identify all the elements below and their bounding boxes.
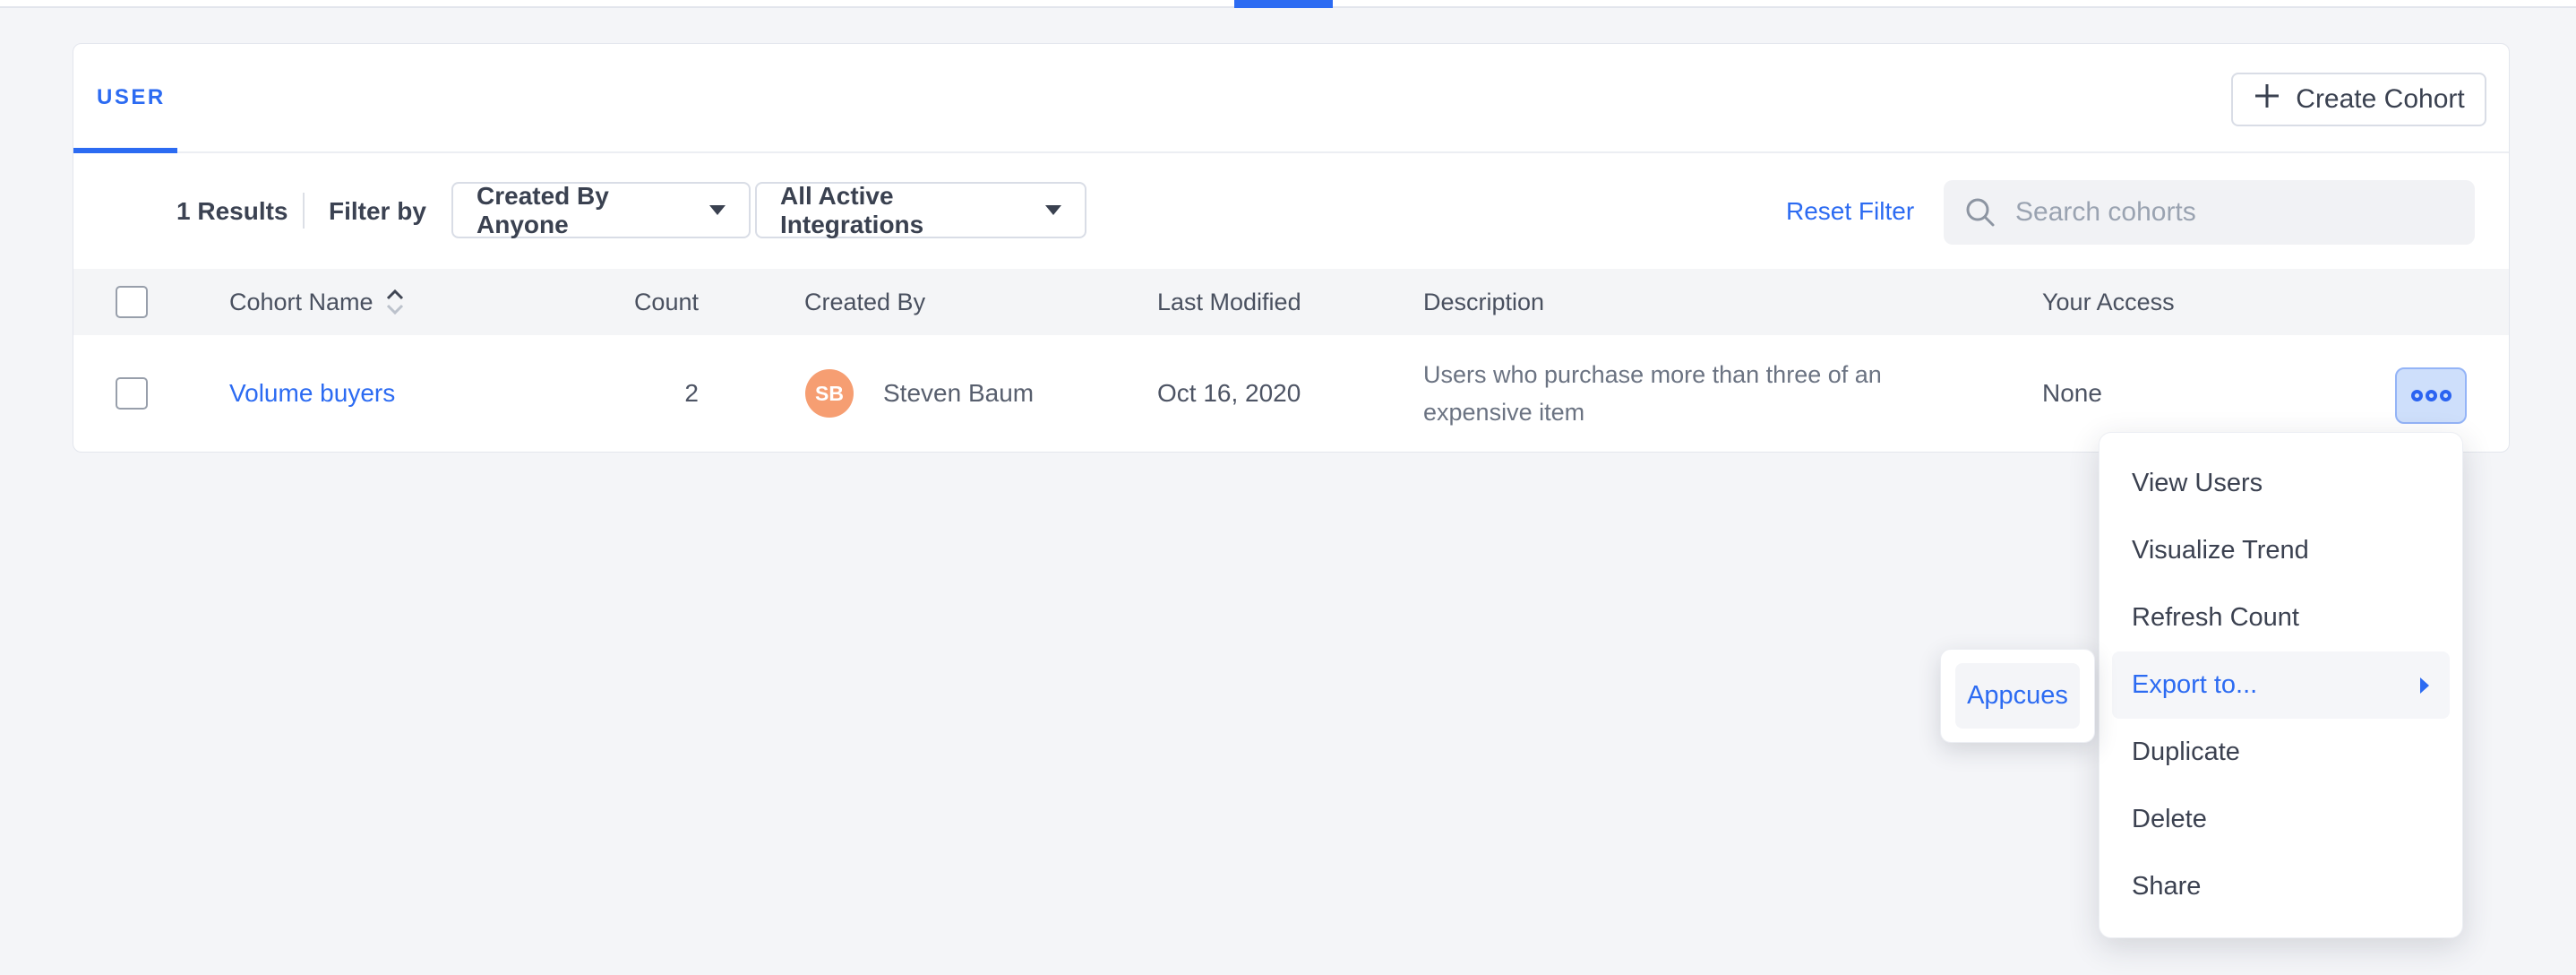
results-count: 1 Results [176, 153, 288, 269]
row-checkbox[interactable] [116, 377, 148, 410]
cohort-name-link[interactable]: Volume buyers [229, 379, 395, 408]
table-header-row: Cohort Name Count Created By Last Modifi… [73, 269, 2509, 335]
created-by-dropdown-label: Created By Anyone [477, 182, 691, 239]
row-actions-button[interactable] [2395, 367, 2467, 424]
header-created-by: Created By [804, 269, 925, 335]
header-count: Count [627, 269, 699, 335]
menu-item-delete[interactable]: Delete [2099, 786, 2462, 853]
menu-item-export-to[interactable]: Export to... [2112, 651, 2450, 719]
last-modified-value: Oct 16, 2020 [1157, 335, 1301, 452]
filter-divider [303, 193, 305, 229]
cohorts-card: USER Create Cohort 1 Results Filter by C… [73, 43, 2510, 453]
menu-item-view-users[interactable]: View Users [2099, 450, 2462, 517]
search-icon [1963, 195, 1997, 229]
menu-item-export-label: Export to... [2132, 670, 2257, 700]
chevron-down-icon [1045, 205, 1061, 215]
tab-user[interactable]: USER [97, 44, 166, 151]
description-text: Users who purchase more than three of an… [1423, 356, 1961, 431]
header-cohort-name-label: Cohort Name [229, 289, 374, 316]
active-tab-indicator [1234, 0, 1333, 8]
top-nav-strip [0, 0, 2576, 8]
export-submenu: Appcues [1940, 649, 2095, 743]
submenu-arrow-icon [2419, 677, 2430, 695]
avatar: SB [805, 369, 854, 418]
submenu-item-appcues[interactable]: Appcues [1955, 663, 2080, 729]
search-input[interactable] [2015, 197, 2455, 228]
menu-item-refresh-count[interactable]: Refresh Count [2099, 584, 2462, 651]
tab-user-underline [73, 148, 177, 153]
tab-bar: USER Create Cohort [73, 44, 2509, 153]
create-cohort-button[interactable]: Create Cohort [2231, 73, 2486, 126]
menu-item-visualize-trend[interactable]: Visualize Trend [2099, 517, 2462, 584]
cohorts-page: USER Create Cohort 1 Results Filter by C… [0, 0, 2576, 975]
row-context-menu: View Users Visualize Trend Refresh Count… [2099, 432, 2463, 938]
header-cohort-name[interactable]: Cohort Name [229, 269, 406, 335]
more-actions-icon [2440, 390, 2451, 401]
integrations-dropdown-label: All Active Integrations [780, 182, 1027, 239]
created-by-value: Steven Baum [883, 335, 1034, 452]
search-box[interactable] [1944, 180, 2475, 245]
filter-by-label: Filter by [329, 153, 426, 269]
create-cohort-label: Create Cohort [2296, 84, 2464, 115]
cohort-count: 2 [627, 335, 699, 452]
more-actions-icon [2426, 390, 2437, 401]
more-actions-icon [2411, 390, 2423, 401]
header-your-access: Your Access [2042, 269, 2175, 335]
menu-item-share[interactable]: Share [2099, 853, 2462, 920]
your-access-value: None [2042, 335, 2102, 452]
reset-filter-link[interactable]: Reset Filter [1786, 153, 1914, 269]
select-all-checkbox[interactable] [116, 286, 148, 318]
description-value: Users who purchase more than three of an… [1423, 335, 1961, 452]
chevron-down-icon [709, 205, 726, 215]
header-last-modified: Last Modified [1157, 269, 1301, 335]
plus-icon [2253, 82, 2281, 117]
sort-icon [384, 287, 406, 317]
integrations-dropdown[interactable]: All Active Integrations [755, 182, 1086, 238]
menu-item-duplicate[interactable]: Duplicate [2099, 719, 2462, 786]
created-by-dropdown[interactable]: Created By Anyone [451, 182, 751, 238]
header-description: Description [1423, 269, 1544, 335]
